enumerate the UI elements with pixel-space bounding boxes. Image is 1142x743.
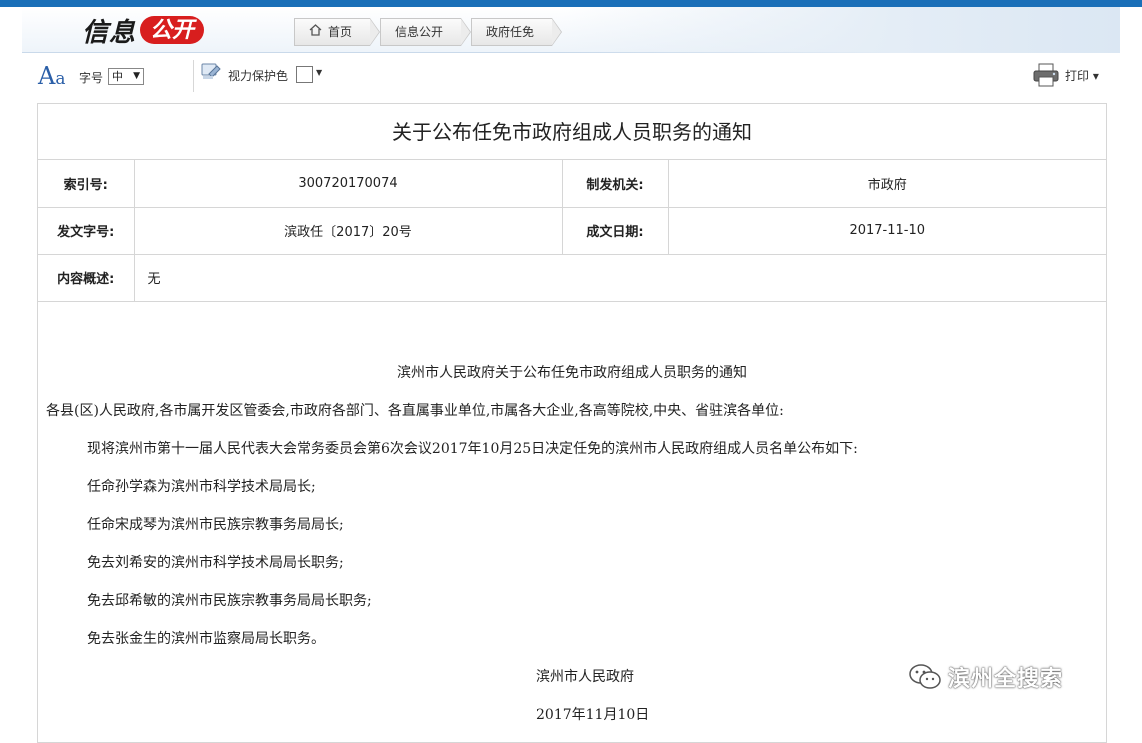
logo-text-a: 信息 (82, 17, 137, 48)
date-value: 2017-11-10 (667, 207, 1106, 255)
body-sign-date: 2017年11月10日 (536, 706, 650, 723)
table-row: 索引号: 300720170074 制发机关: 市政府 (38, 160, 1106, 208)
font-size-select-value: 中 (112, 70, 123, 83)
breadcrumb-gov-appointment-label: 政府任免 (486, 25, 535, 39)
breadcrumb-info-public[interactable]: 信息公开 (380, 18, 472, 46)
index-value: 300720170074 (133, 160, 562, 208)
issuer-label: 制发机关: (561, 160, 668, 208)
page-title: 关于公布任免市政府组成人员职务的通知 (38, 104, 1106, 160)
toolbar-divider (193, 60, 194, 92)
printer-icon[interactable] (1032, 63, 1060, 87)
home-icon (309, 20, 322, 46)
watermark-text: 滨州全搜索 (948, 667, 1064, 692)
body-heading: 滨州市人民政府关于公布任免市政府组成人员职务的通知 (397, 364, 747, 381)
document-meta-table: 索引号: 300720170074 制发机关: 市政府 发文字号: 滨政任〔20… (38, 160, 1106, 302)
list-item: 免去张金生的滨州市监察局局长职务。 (87, 630, 325, 647)
breadcrumb-home[interactable]: 首页 (294, 18, 381, 46)
breadcrumb-gov-appointment[interactable]: 政府任免 (471, 18, 563, 46)
site-header: 信息 公开 首页 信息公开 政府任免 (22, 7, 1120, 53)
header-background (560, 7, 1120, 53)
breadcrumb-home-label: 首页 (328, 25, 353, 39)
doc-no-label: 发文字号: (38, 207, 134, 255)
document-panel: 关于公布任免市政府组成人员职务的通知 索引号: 300720170074 制发机… (37, 103, 1107, 743)
index-label: 索引号: (38, 160, 134, 208)
font-size-label: 字号 (79, 71, 104, 85)
font-size-icon: Aa (38, 62, 66, 90)
eye-protect-icon (200, 62, 222, 82)
breadcrumb-info-public-label: 信息公开 (395, 25, 444, 39)
print-button[interactable]: 打印 ▾ (1065, 67, 1099, 84)
list-item: 任命孙学森为滨州市科学技术局局长; (87, 478, 316, 495)
list-item: 任命宋成琴为滨州市民族宗教事务局局长; (87, 516, 344, 533)
body-salutation: 各县(区)人民政府,各市属开发区管委会,市政府各部门、各直属事业单位,市属各大企… (46, 402, 784, 419)
table-row: 发文字号: 滨政任〔2017〕20号 成文日期: 2017-11-10 (38, 207, 1106, 255)
summary-value: 无 (133, 254, 1106, 302)
summary-label: 内容概述: (38, 254, 134, 302)
eye-protect-label: 视力保护色 (228, 69, 289, 83)
font-size-select[interactable]: 中 ▼ (108, 68, 144, 85)
issuer-value: 市政府 (667, 160, 1106, 208)
body-signature: 滨州市人民政府 (536, 668, 634, 685)
list-item: 免去邱希敏的滨州市民族宗教事务局局长职务; (87, 592, 372, 609)
eye-protect-color-swatch[interactable] (296, 66, 313, 83)
logo-text-b: 公开 (140, 16, 205, 44)
body-intro: 现将滨州市第十一届人民代表大会常务委员会第6次会议2017年10月25日决定任免… (87, 440, 858, 457)
top-accent-bar (0, 0, 1142, 7)
breadcrumb: 首页 信息公开 政府任免 (294, 18, 563, 46)
date-label: 成文日期: (561, 207, 668, 255)
list-item: 免去刘希安的滨州市科学技术局局长职务; (87, 554, 344, 571)
print-label: 打印 (1065, 69, 1090, 83)
doc-no-value: 滨政任〔2017〕20号 (133, 207, 562, 255)
chevron-down-icon: ▼ (133, 71, 140, 81)
wechat-icon (909, 664, 941, 689)
toolbar: Aa 字号 中 ▼ 视力保护色 ▼ 打印 ▾ (22, 54, 1120, 98)
site-logo[interactable]: 信息 公开 (82, 13, 205, 48)
watermark: 滨州全搜索 (908, 660, 1063, 694)
chevron-down-icon[interactable]: ▼ (316, 68, 322, 77)
table-row: 内容概述: 无 (38, 254, 1106, 302)
